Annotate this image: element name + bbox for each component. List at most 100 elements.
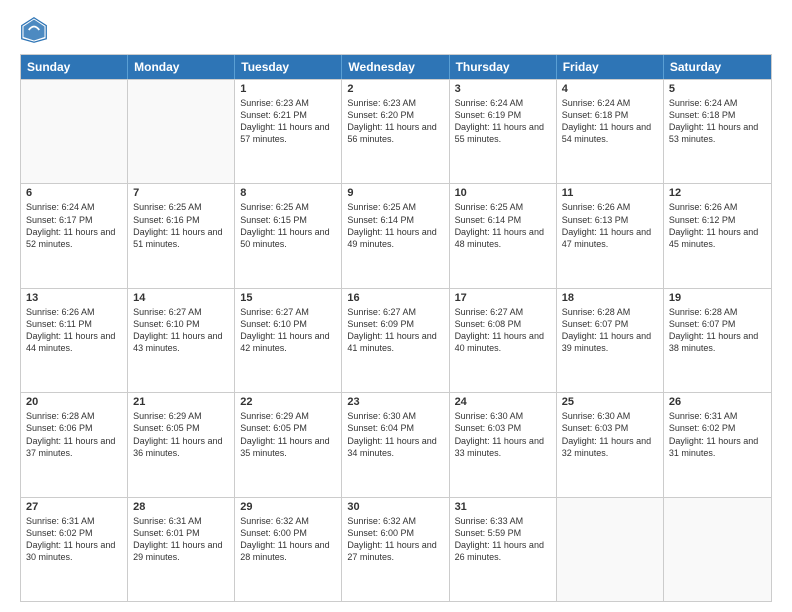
day-info: Sunrise: 6:24 AM Sunset: 6:18 PM Dayligh… xyxy=(669,97,766,146)
cal-cell: 14Sunrise: 6:27 AM Sunset: 6:10 PM Dayli… xyxy=(128,289,235,392)
day-info: Sunrise: 6:25 AM Sunset: 6:14 PM Dayligh… xyxy=(347,201,443,250)
day-number: 11 xyxy=(562,187,658,199)
day-info: Sunrise: 6:32 AM Sunset: 6:00 PM Dayligh… xyxy=(347,515,443,564)
cal-cell: 7 Sunrise: 6:25 AM Sunset: 6:16 PM Daylig… xyxy=(128,184,235,287)
day-info: Sunrise: 6:27 AM Sunset: 6:08 PM Dayligh… xyxy=(455,306,551,355)
day-number: 22 xyxy=(240,396,336,408)
day-number: 23 xyxy=(347,396,443,408)
logo xyxy=(20,16,52,44)
day-info: Sunrise: 6:25 AM Sunset: 6:16 PM Dayligh… xyxy=(133,201,229,250)
day-info: Sunrise: 6:31 AM Sunset: 6:01 PM Dayligh… xyxy=(133,515,229,564)
day-info: Sunrise: 6:28 AM Sunset: 6:07 PM Dayligh… xyxy=(669,306,766,355)
day-info: Sunrise: 6:25 AM Sunset: 6:15 PM Dayligh… xyxy=(240,201,336,250)
day-header-sunday: Sunday xyxy=(21,55,128,79)
page: SundayMondayTuesdayWednesdayThursdayFrid… xyxy=(0,0,792,612)
day-info: Sunrise: 6:29 AM Sunset: 6:05 PM Dayligh… xyxy=(240,410,336,459)
day-number: 27 xyxy=(26,501,122,513)
cal-cell: 18Sunrise: 6:28 AM Sunset: 6:07 PM Dayli… xyxy=(557,289,664,392)
cal-cell: 20 Sunrise: 6:28 AM Sunset: 6:06 PM Dayli… xyxy=(21,393,128,496)
day-info: Sunrise: 6:31 AM Sunset: 6:02 PM Dayligh… xyxy=(669,410,766,459)
cal-cell: 28 Sunrise: 6:31 AM Sunset: 6:01 PM Dayli… xyxy=(128,498,235,601)
cal-cell: 3 Sunrise: 6:24 AM Sunset: 6:19 PM Daylig… xyxy=(450,80,557,183)
week-row-4: 20 Sunrise: 6:28 AM Sunset: 6:06 PM Dayli… xyxy=(21,392,771,496)
day-header-saturday: Saturday xyxy=(664,55,771,79)
day-number: 17 xyxy=(455,292,551,304)
day-info: Sunrise: 6:28 AM Sunset: 6:06 PM Dayligh… xyxy=(26,410,122,459)
day-number: 8 xyxy=(240,187,336,199)
cal-cell: 8 Sunrise: 6:25 AM Sunset: 6:15 PM Daylig… xyxy=(235,184,342,287)
cal-cell: 23 Sunrise: 6:30 AM Sunset: 6:04 PM Dayli… xyxy=(342,393,449,496)
day-number: 30 xyxy=(347,501,443,513)
week-row-5: 27Sunrise: 6:31 AM Sunset: 6:02 PM Dayli… xyxy=(21,497,771,601)
day-info: Sunrise: 6:26 AM Sunset: 6:11 PM Dayligh… xyxy=(26,306,122,355)
day-number: 7 xyxy=(133,187,229,199)
day-info: Sunrise: 6:30 AM Sunset: 6:03 PM Dayligh… xyxy=(562,410,658,459)
day-number: 28 xyxy=(133,501,229,513)
day-info: Sunrise: 6:29 AM Sunset: 6:05 PM Dayligh… xyxy=(133,410,229,459)
cal-cell: 10 Sunrise: 6:25 AM Sunset: 6:14 PM Dayli… xyxy=(450,184,557,287)
day-info: Sunrise: 6:33 AM Sunset: 5:59 PM Dayligh… xyxy=(455,515,551,564)
day-number: 31 xyxy=(455,501,551,513)
cal-cell: 26 Sunrise: 6:31 AM Sunset: 6:02 PM Dayli… xyxy=(664,393,771,496)
cal-cell: 31 Sunrise: 6:33 AM Sunset: 5:59 PM Dayli… xyxy=(450,498,557,601)
day-number: 21 xyxy=(133,396,229,408)
day-info: Sunrise: 6:26 AM Sunset: 6:12 PM Dayligh… xyxy=(669,201,766,250)
day-info: Sunrise: 6:30 AM Sunset: 6:04 PM Dayligh… xyxy=(347,410,443,459)
day-number: 1 xyxy=(240,83,336,95)
day-number: 29 xyxy=(240,501,336,513)
cal-cell: 9 Sunrise: 6:25 AM Sunset: 6:14 PM Daylig… xyxy=(342,184,449,287)
calendar-body: 1Sunrise: 6:23 AM Sunset: 6:21 PM Daylig… xyxy=(21,79,771,601)
cal-cell: 5 Sunrise: 6:24 AM Sunset: 6:18 PM Daylig… xyxy=(664,80,771,183)
week-row-2: 6Sunrise: 6:24 AM Sunset: 6:17 PM Daylig… xyxy=(21,183,771,287)
day-header-wednesday: Wednesday xyxy=(342,55,449,79)
day-number: 4 xyxy=(562,83,658,95)
cal-cell xyxy=(21,80,128,183)
day-number: 13 xyxy=(26,292,122,304)
cal-cell: 12 Sunrise: 6:26 AM Sunset: 6:12 PM Dayli… xyxy=(664,184,771,287)
day-number: 15 xyxy=(240,292,336,304)
day-number: 12 xyxy=(669,187,766,199)
cal-cell xyxy=(664,498,771,601)
day-number: 3 xyxy=(455,83,551,95)
cal-cell: 27Sunrise: 6:31 AM Sunset: 6:02 PM Dayli… xyxy=(21,498,128,601)
day-number: 6 xyxy=(26,187,122,199)
week-row-3: 13 Sunrise: 6:26 AM Sunset: 6:11 PM Dayli… xyxy=(21,288,771,392)
calendar-header: SundayMondayTuesdayWednesdayThursdayFrid… xyxy=(21,55,771,79)
cal-cell: 25 Sunrise: 6:30 AM Sunset: 6:03 PM Dayli… xyxy=(557,393,664,496)
day-number: 9 xyxy=(347,187,443,199)
day-number: 10 xyxy=(455,187,551,199)
cal-cell: 11 Sunrise: 6:26 AM Sunset: 6:13 PM Dayli… xyxy=(557,184,664,287)
cal-cell: 13 Sunrise: 6:26 AM Sunset: 6:11 PM Dayli… xyxy=(21,289,128,392)
cal-cell: 2Sunrise: 6:23 AM Sunset: 6:20 PM Daylig… xyxy=(342,80,449,183)
day-number: 25 xyxy=(562,396,658,408)
day-number: 26 xyxy=(669,396,766,408)
day-info: Sunrise: 6:27 AM Sunset: 6:10 PM Dayligh… xyxy=(240,306,336,355)
cal-cell: 6Sunrise: 6:24 AM Sunset: 6:17 PM Daylig… xyxy=(21,184,128,287)
day-number: 20 xyxy=(26,396,122,408)
cal-cell xyxy=(128,80,235,183)
logo-icon xyxy=(20,16,48,44)
week-row-1: 1Sunrise: 6:23 AM Sunset: 6:21 PM Daylig… xyxy=(21,79,771,183)
day-header-thursday: Thursday xyxy=(450,55,557,79)
cal-cell: 17 Sunrise: 6:27 AM Sunset: 6:08 PM Dayli… xyxy=(450,289,557,392)
day-header-tuesday: Tuesday xyxy=(235,55,342,79)
day-info: Sunrise: 6:28 AM Sunset: 6:07 PM Dayligh… xyxy=(562,306,658,355)
day-info: Sunrise: 6:25 AM Sunset: 6:14 PM Dayligh… xyxy=(455,201,551,250)
day-info: Sunrise: 6:26 AM Sunset: 6:13 PM Dayligh… xyxy=(562,201,658,250)
day-info: Sunrise: 6:27 AM Sunset: 6:10 PM Dayligh… xyxy=(133,306,229,355)
cal-cell: 1Sunrise: 6:23 AM Sunset: 6:21 PM Daylig… xyxy=(235,80,342,183)
day-number: 19 xyxy=(669,292,766,304)
cal-cell: 30 Sunrise: 6:32 AM Sunset: 6:00 PM Dayli… xyxy=(342,498,449,601)
cal-cell: 15 Sunrise: 6:27 AM Sunset: 6:10 PM Dayli… xyxy=(235,289,342,392)
day-header-friday: Friday xyxy=(557,55,664,79)
cal-cell: 22 Sunrise: 6:29 AM Sunset: 6:05 PM Dayli… xyxy=(235,393,342,496)
day-number: 24 xyxy=(455,396,551,408)
day-info: Sunrise: 6:24 AM Sunset: 6:19 PM Dayligh… xyxy=(455,97,551,146)
day-number: 5 xyxy=(669,83,766,95)
calendar: SundayMondayTuesdayWednesdayThursdayFrid… xyxy=(20,54,772,602)
day-header-monday: Monday xyxy=(128,55,235,79)
day-info: Sunrise: 6:23 AM Sunset: 6:20 PM Dayligh… xyxy=(347,97,443,146)
header xyxy=(20,16,772,44)
day-info: Sunrise: 6:24 AM Sunset: 6:18 PM Dayligh… xyxy=(562,97,658,146)
cal-cell: 21 Sunrise: 6:29 AM Sunset: 6:05 PM Dayli… xyxy=(128,393,235,496)
